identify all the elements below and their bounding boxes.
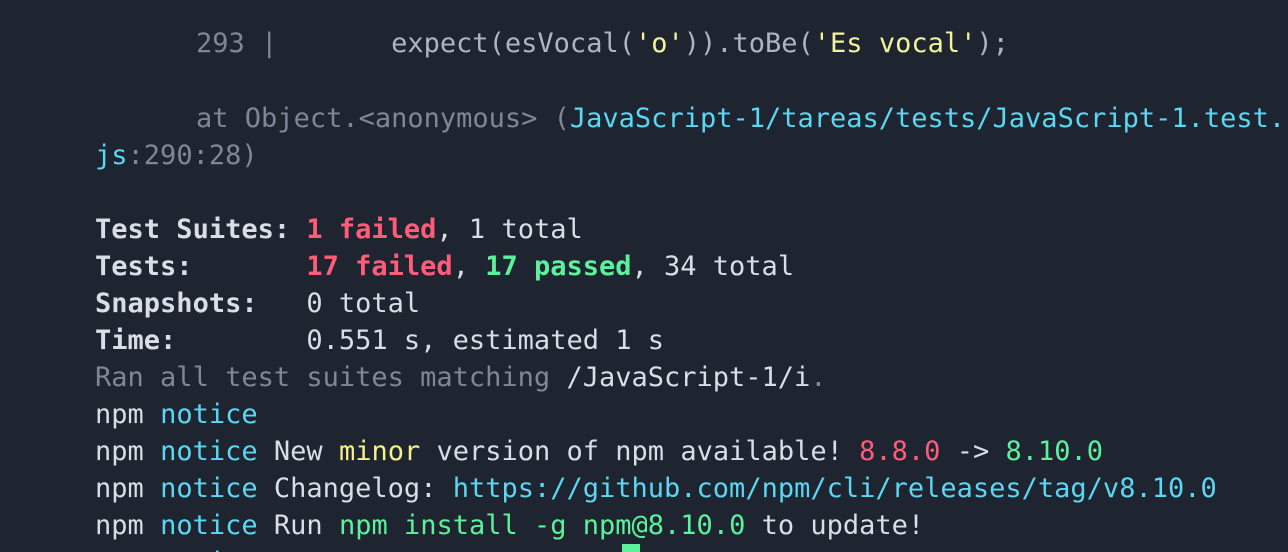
ran-row: Ran all test suites matching /JavaScript… — [30, 322, 827, 393]
install-command: npm install -g npm@8.10.0 — [338, 510, 746, 541]
npm-notice-line-3: npm notice Changelog: https://github.com… — [30, 433, 1217, 504]
code-arg: 'o' — [634, 28, 684, 59]
tests-total: , 34 total — [631, 251, 795, 282]
ran-pattern: /JavaScript-1/i — [550, 362, 811, 393]
stack-trace-line: at Object.<anonymous> (JavaScript-1/tare… — [131, 63, 1285, 134]
npm-notice-line-4: npm notice Run npm install -g npm@8.10.0… — [30, 470, 924, 541]
npm-prefix: npm — [95, 547, 144, 552]
terminal-cursor — [622, 544, 640, 552]
tests-row: Tests: 17 failed, 17 passed, 34 total — [30, 211, 794, 282]
ran-suffix: . — [810, 362, 827, 393]
test-suites-row: Test Suites: 1 failed, 1 total — [30, 174, 583, 245]
code-expected: 'Es vocal' — [813, 28, 977, 59]
code-mid: )).toBe( — [683, 28, 814, 59]
to-update: to update! — [761, 510, 925, 541]
gutter: | — [244, 28, 278, 59]
stack-path-ext[interactable]: js — [95, 140, 128, 171]
code-frame-line: 293 | expect(esVocal('o')).toBe('Es voca… — [131, 0, 1009, 59]
line-number: 293 — [196, 28, 245, 59]
notice-tag: notice — [160, 547, 258, 552]
tests-passed: 17 passed — [485, 251, 632, 282]
snapshots-row: Snapshots: 0 total — [30, 248, 420, 319]
stack-path[interactable]: JavaScript-1/tareas/tests/JavaScript-1.t… — [570, 103, 1285, 134]
npm-notice-line-2: npm notice New minor version of npm avai… — [30, 396, 1103, 467]
code-suffix: ); — [976, 28, 1009, 59]
tests-sep: , — [452, 251, 486, 282]
npm-notice-line-5: npm notice — [30, 507, 258, 552]
terminal-output[interactable]: 293 | expect(esVocal('o')).toBe('Es voca… — [0, 0, 1288, 552]
stack-trace-line-2: js:290:28) — [30, 100, 258, 171]
npm-notice-line-1: npm notice — [30, 359, 258, 430]
run-label: Run — [273, 510, 323, 541]
stack-position: :290:28) — [127, 140, 258, 171]
time-row: Time: 0.551 s, estimated 1 s — [30, 285, 664, 356]
code-prefix: expect(esVocal( — [391, 28, 635, 59]
